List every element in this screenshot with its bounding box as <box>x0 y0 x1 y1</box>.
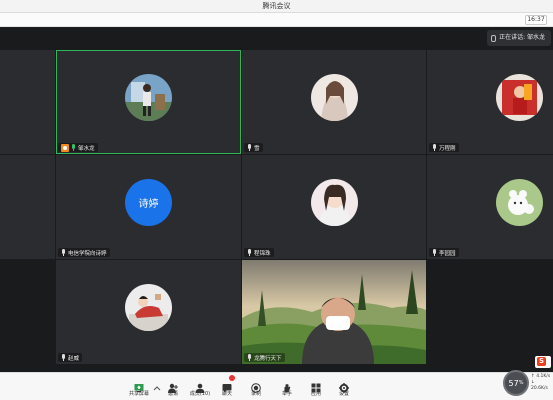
gear-icon <box>339 378 349 393</box>
window-titlebar: 腾讯会议 <box>0 0 553 13</box>
mic-icon <box>247 354 252 361</box>
download-speed: ↓ 20.6K/s <box>531 380 548 391</box>
avatar <box>311 74 358 121</box>
window-title: 腾讯会议 <box>262 2 291 10</box>
participant-name: 万程刚 <box>439 145 456 152</box>
video-tile-participant[interactable]: 万程刚 <box>427 50 553 154</box>
mic-icon <box>432 249 437 256</box>
participant-name-tag: 程锦珠 <box>244 248 274 257</box>
raise-hand-button[interactable]: 举手 <box>274 375 300 399</box>
participant-name-tag: 赵威 <box>58 353 83 362</box>
participant-name: 龙腾行天下 <box>254 355 282 362</box>
members-button[interactable]: 成员(10) <box>187 375 213 399</box>
avatar <box>125 284 172 331</box>
participant-name: 雪 <box>254 145 260 152</box>
apps-icon <box>311 378 321 393</box>
video-tile-participant[interactable]: 邹水龙 <box>56 50 241 154</box>
video-tile-blank <box>0 155 55 259</box>
sogou-logo-icon: S <box>537 357 546 366</box>
invite-icon <box>168 378 178 393</box>
camera-feed-image <box>242 260 426 364</box>
avatar <box>496 74 543 121</box>
participant-name-tag: 雪 <box>244 143 263 152</box>
avatar <box>125 74 172 121</box>
network-stats: ↑ 4.1K/s ↓ 20.6K/s <box>531 374 553 392</box>
avatar-initials: 诗婷 <box>125 179 172 226</box>
video-tile-participant[interactable]: 雪 <box>242 50 426 154</box>
host-icon <box>61 143 69 152</box>
speaking-indicator: 正在讲话: 邹水龙 <box>487 30 551 46</box>
participant-name-tag: 邹水龙 <box>58 143 98 152</box>
invite-button[interactable]: 邀请 <box>160 375 186 399</box>
raise-hand-icon <box>282 378 292 393</box>
video-tile-participant[interactable]: 赵威 <box>56 260 241 364</box>
video-tile-participant[interactable]: 程锦珠 <box>242 155 426 259</box>
speaking-text: 正在讲话: 邹水龙 <box>499 34 545 41</box>
video-tile-camera[interactable]: 龙腾行天下 <box>242 260 426 364</box>
share-screen-button[interactable]: 共享屏幕 <box>126 375 152 399</box>
members-icon <box>195 378 205 393</box>
ime-widget[interactable]: S <box>535 356 551 368</box>
meeting-toolbar: 共享屏幕 邀请 成员(10) 聊天 录制 举手 应用 设置 <box>0 372 553 400</box>
participant-name-tag: 李园园 <box>429 248 459 257</box>
unread-badge <box>229 375 235 381</box>
record-button[interactable]: 录制 <box>243 375 269 399</box>
record-icon <box>251 378 261 393</box>
video-tile-participant[interactable]: 诗婷 电信学院向诗婷 <box>56 155 241 259</box>
participant-name: 赵威 <box>68 355 80 362</box>
video-tile-blank <box>0 50 55 154</box>
mic-icon <box>61 249 66 256</box>
participant-name: 程锦珠 <box>254 250 271 257</box>
participant-name: 邹水龙 <box>78 145 95 152</box>
apps-button[interactable]: 应用 <box>303 375 329 399</box>
mic-icon <box>61 354 66 361</box>
participant-name-tag: 万程刚 <box>429 143 459 152</box>
settings-button[interactable]: 设置 <box>331 375 357 399</box>
avatar <box>496 179 543 226</box>
meeting-info-bar: 16:37 <box>0 13 553 27</box>
mic-icon <box>247 249 252 256</box>
video-tile-participant[interactable]: 李园园 <box>427 155 553 259</box>
participant-name-tag: 龙腾行天下 <box>244 353 285 362</box>
mic-icon <box>432 144 437 151</box>
participant-name-tag: 电信学院向诗婷 <box>58 248 110 257</box>
share-screen-icon <box>134 378 144 393</box>
chat-icon <box>222 375 235 393</box>
meeting-clock: 16:37 <box>525 15 547 25</box>
mic-icon <box>71 144 76 151</box>
participant-name: 电信学院向诗婷 <box>68 250 107 257</box>
network-percent: 57 <box>508 378 519 388</box>
mic-icon <box>247 144 252 151</box>
network-usage-indicator[interactable]: 57% <box>503 370 529 396</box>
avatar <box>311 179 358 226</box>
mic-icon <box>491 34 497 42</box>
participant-name: 李园园 <box>439 250 456 257</box>
chat-button[interactable]: 聊天 <box>214 375 240 399</box>
